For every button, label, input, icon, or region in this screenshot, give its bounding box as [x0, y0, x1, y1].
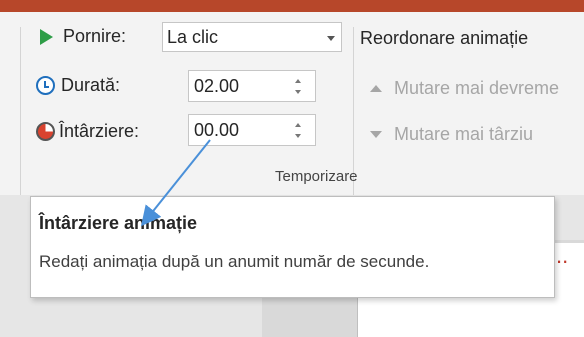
delay-spinner[interactable]: 00.00: [188, 114, 316, 146]
start-dropdown-value: La clic: [167, 27, 219, 47]
spin-up-icon[interactable]: [295, 79, 301, 83]
move-earlier-label: Mutare mai devreme: [394, 78, 560, 98]
delay-value: 00.00: [194, 120, 240, 140]
duration-label: Durată:: [61, 75, 121, 95]
tooltip-title: Întârziere animație: [39, 213, 198, 233]
tooltip: Întârziere animație Redați animația după…: [30, 196, 555, 298]
spin-down-icon[interactable]: [295, 134, 301, 138]
group-label-timing: Temporizare: [275, 168, 358, 185]
start-dropdown[interactable]: La clic: [162, 22, 342, 52]
delay-row: Întârziere:: [36, 121, 139, 142]
spin-up-icon[interactable]: [295, 123, 301, 127]
move-later-label: Mutare mai târziu: [394, 124, 534, 144]
move-later-button[interactable]: Mutare mai târziu: [360, 124, 533, 145]
title-bar-accent: [0, 0, 584, 12]
arrow-down-icon: [370, 130, 382, 138]
play-icon: [40, 28, 53, 45]
tooltip-description: Redați animația după un anumit număr de …: [39, 252, 430, 271]
delay-label: Întârziere:: [59, 121, 140, 141]
clock-icon: [36, 76, 55, 95]
duration-row: Durată:: [36, 75, 120, 96]
spin-down-icon[interactable]: [295, 90, 301, 94]
start-label: Pornire:: [63, 26, 127, 46]
group-separator: [20, 27, 21, 197]
dropdown-caret-icon[interactable]: [327, 36, 335, 41]
reorder-title: Reordonare animație: [360, 28, 529, 48]
arrow-up-icon: [370, 84, 382, 92]
duration-spinner[interactable]: 02.00: [188, 70, 316, 102]
duration-value: 02.00: [194, 76, 240, 96]
move-earlier-button[interactable]: Mutare mai devreme: [360, 78, 559, 99]
start-row: Pornire:: [40, 26, 126, 47]
delay-clock-icon: [36, 122, 55, 141]
